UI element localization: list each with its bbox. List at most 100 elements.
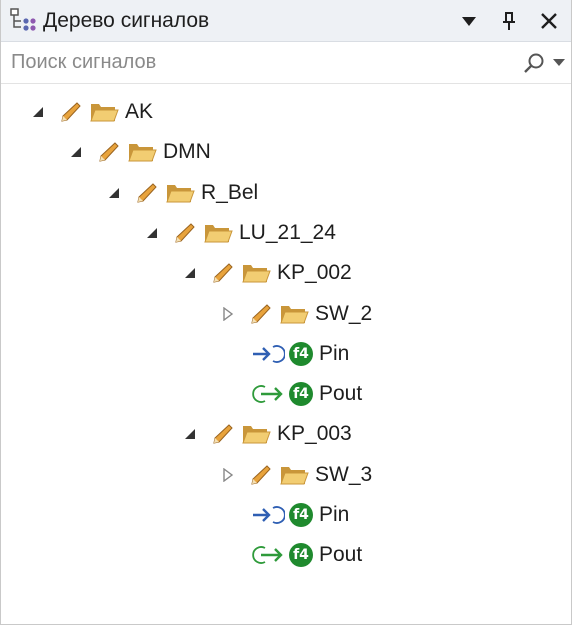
signal-tree-icon [9, 7, 37, 35]
collapsed-triangle-icon [223, 467, 234, 482]
tree-node-label: R_Bel [201, 180, 259, 204]
pencil-icon [99, 142, 119, 162]
function-badge-icon: f4 [289, 341, 313, 366]
expanded-triangle-icon [147, 227, 157, 238]
search-options-chevron-icon [553, 59, 565, 66]
collapse-toggle[interactable] [217, 464, 239, 486]
signal-output-icon [252, 385, 283, 403]
tree-node-label: SW_3 [315, 462, 373, 486]
tree-folder-node[interactable]: LU_21_24 [141, 213, 336, 253]
expanded-triangle-icon [185, 429, 195, 440]
close-button[interactable] [537, 9, 561, 33]
function-badge-icon: f4 [289, 543, 313, 568]
signal-tree: AK DMN R_Bel LU_21_24 KP_002 SW_2 f4 Pin … [1, 84, 571, 568]
tree-node-label: KP_003 [277, 422, 352, 446]
folder-icon [280, 305, 309, 323]
tree-folder-node[interactable]: KP_003 [179, 414, 352, 454]
function-badge-icon: f4 [289, 503, 313, 527]
folder-icon [166, 184, 195, 203]
panel-menu-button[interactable] [457, 9, 481, 33]
expanded-triangle-icon [109, 187, 119, 198]
collapsed-triangle-icon [223, 306, 234, 321]
pin-button[interactable] [497, 9, 521, 33]
tree-node-label: KP_002 [277, 261, 352, 285]
signal-input-icon-wrap [251, 343, 285, 365]
folder-icon-wrap [203, 221, 233, 245]
folder-icon-wrap [127, 140, 157, 164]
expanded-triangle-icon [71, 147, 81, 158]
expand-toggle[interactable] [27, 101, 49, 123]
folder-icon-wrap [241, 422, 271, 446]
folder-icon [242, 265, 271, 283]
folder-icon-wrap [165, 181, 195, 205]
pencil-icon [137, 182, 157, 203]
signal-output-icon-wrap [251, 383, 285, 405]
pencil-icon [175, 223, 195, 243]
pencil-icon [213, 263, 233, 283]
folder-icon [128, 144, 157, 162]
pencil-icon-wrap [97, 140, 121, 164]
search-input[interactable] [9, 50, 523, 75]
pencil-icon-wrap [249, 463, 273, 487]
tree-folder-node[interactable]: SW_2 [217, 294, 372, 334]
panel-actions [457, 9, 571, 33]
expand-toggle[interactable] [141, 222, 163, 244]
tree-node-label: SW_2 [315, 301, 373, 325]
pencil-icon-wrap [249, 302, 273, 326]
pin-icon [503, 11, 515, 30]
expanded-triangle-icon [33, 107, 43, 117]
folder-icon [242, 426, 271, 444]
panel-title: Дерево сигналов [43, 8, 210, 32]
tree-node-label: Pout [319, 543, 363, 567]
tree-node-label: DMN [163, 140, 211, 164]
pencil-icon-wrap [59, 100, 83, 124]
folder-icon-wrap [89, 100, 119, 124]
pencil-icon [213, 424, 233, 445]
tree-signal-node[interactable]: f4 Pout [251, 535, 362, 575]
expand-toggle[interactable] [103, 182, 125, 204]
search-button[interactable] [523, 52, 565, 74]
folder-icon-wrap [279, 302, 309, 326]
folder-icon [280, 466, 309, 485]
pencil-icon-wrap [173, 221, 197, 245]
search-icon [524, 53, 544, 73]
pencil-icon-wrap [211, 261, 235, 285]
collapse-toggle[interactable] [217, 303, 239, 325]
tree-node-label: LU_21_24 [239, 220, 336, 244]
function-badge-icon: f4 [289, 382, 313, 407]
expand-toggle[interactable] [65, 141, 87, 163]
signal-tree-panel: Дерево сигналов Поиск сигналов AK DMN R_… [0, 0, 572, 625]
tree-node-label: AK [125, 100, 154, 123]
tree-signal-node[interactable]: f4 Pout [251, 374, 362, 414]
folder-icon [204, 224, 233, 243]
pencil-icon [61, 102, 81, 122]
folder-icon-wrap [241, 261, 271, 285]
tree-folder-node[interactable]: DMN [65, 132, 211, 172]
expanded-triangle-icon [185, 268, 195, 279]
folder-icon [90, 104, 119, 122]
signal-input-icon [253, 344, 285, 363]
tree-node-label: Pin [319, 341, 350, 365]
tree-folder-node[interactable]: SW_3 [217, 455, 372, 495]
pencil-icon-wrap [135, 181, 159, 205]
signal-output-icon [252, 546, 283, 565]
tree-node-label: Pout [319, 382, 363, 406]
tree-folder-node[interactable]: KP_002 [179, 253, 352, 293]
tree-folder-node[interactable]: R_Bel [103, 173, 258, 213]
tree-node-label: Pin [319, 503, 350, 526]
signal-output-icon-wrap [251, 544, 285, 566]
expand-toggle[interactable] [179, 423, 201, 445]
tree-folder-node[interactable]: AK [27, 92, 153, 132]
pencil-icon [251, 303, 271, 324]
expand-toggle[interactable] [179, 262, 201, 284]
panel-titlebar: Дерево сигналов [1, 0, 571, 42]
pencil-icon [251, 464, 271, 485]
chevron-down-icon [462, 16, 476, 26]
close-icon [541, 12, 557, 29]
search-bar [1, 42, 571, 84]
signal-input-icon [253, 506, 285, 524]
folder-icon-wrap [279, 463, 309, 487]
tree-signal-node[interactable]: f4 Pin [251, 334, 349, 374]
tree-signal-node[interactable]: f4 Pin [251, 495, 349, 535]
pencil-icon-wrap [211, 422, 235, 446]
